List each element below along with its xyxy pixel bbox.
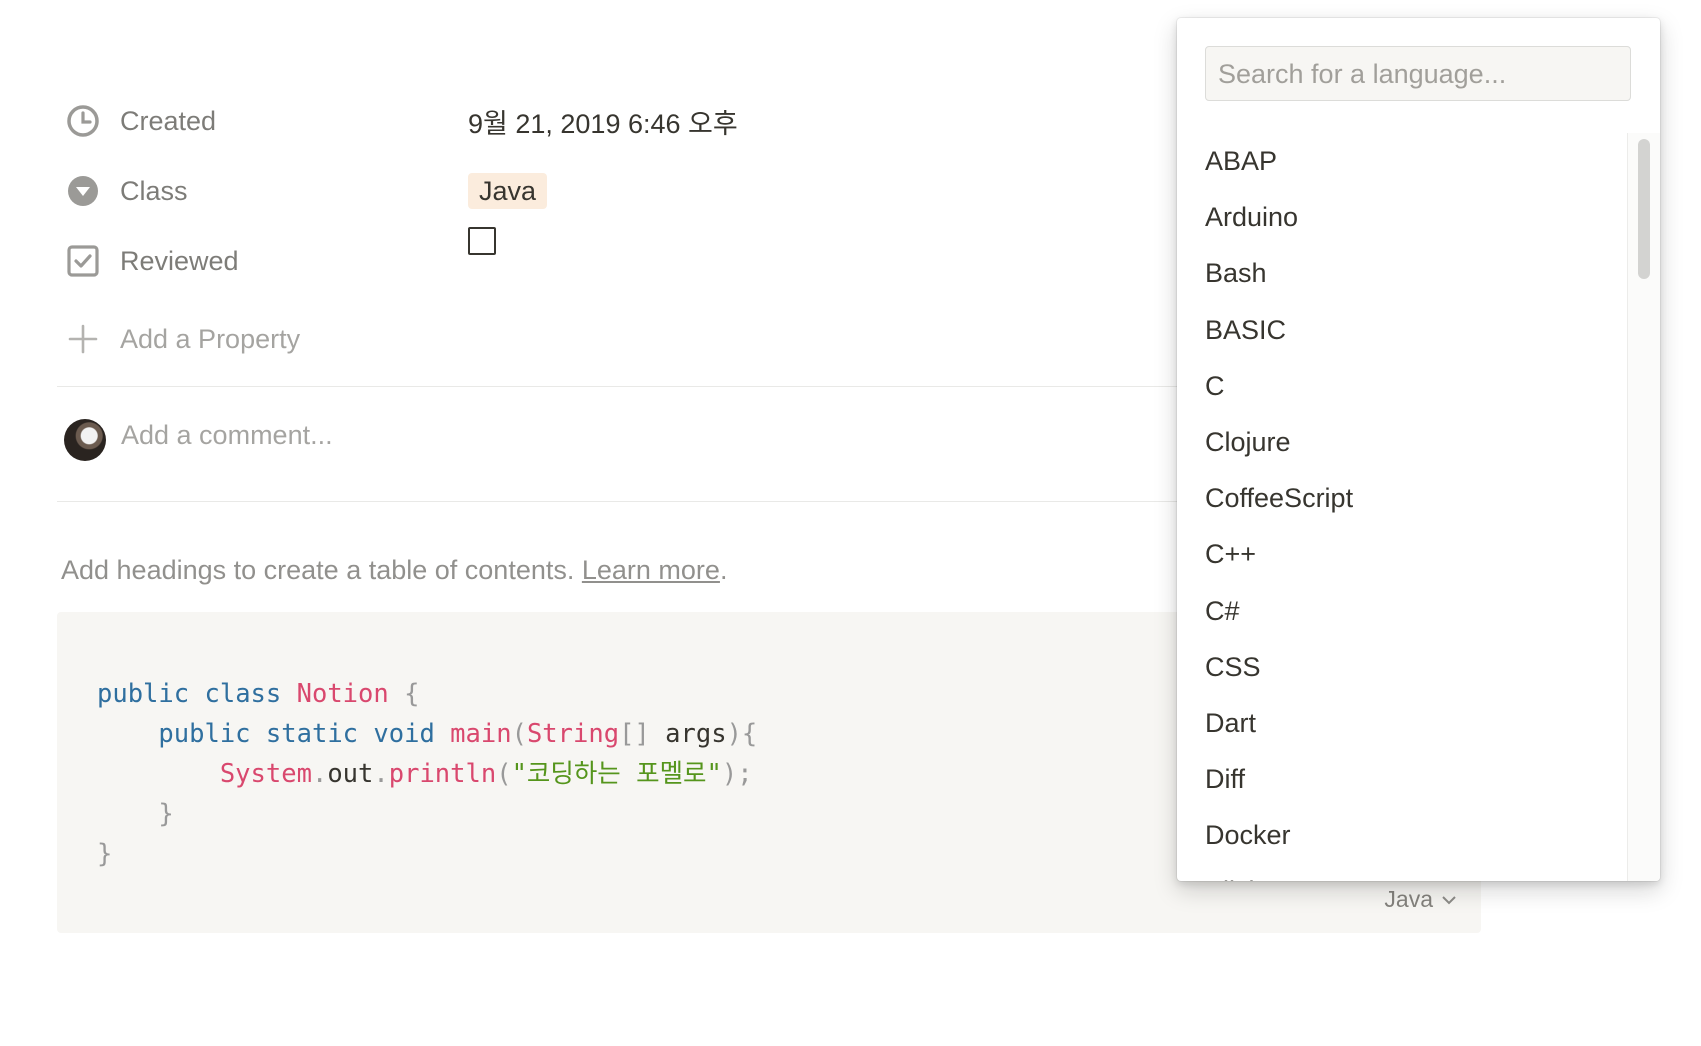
- language-option[interactable]: Elixir: [1177, 863, 1627, 881]
- chevron-down-icon: [1442, 895, 1456, 904]
- language-option[interactable]: BASIC: [1177, 302, 1627, 358]
- language-option[interactable]: C#: [1177, 583, 1627, 639]
- language-option[interactable]: Diff: [1177, 751, 1627, 807]
- property-value-created[interactable]: 9월 21, 2019 6:46 오후: [468, 102, 738, 141]
- language-option[interactable]: CSS: [1177, 639, 1627, 695]
- code-token: {: [404, 679, 420, 709]
- code-token: public: [97, 679, 190, 709]
- code-token: (: [496, 759, 512, 789]
- toc-hint: Add headings to create a table of conten…: [61, 555, 727, 586]
- language-list: ABAP Arduino Bash BASIC C Clojure CoffeeScript…: [1177, 133, 1627, 881]
- code-token: args: [649, 719, 727, 749]
- code-token: }: [97, 839, 113, 869]
- code-token: println: [388, 759, 497, 789]
- code-token: ): [726, 719, 742, 749]
- class-tag[interactable]: Java: [468, 173, 548, 209]
- language-search-input[interactable]: [1216, 47, 1620, 101]
- code-token: {: [741, 719, 758, 749]
- property-row-created: Created 9월 21, 2019 6:46 오후: [66, 101, 738, 141]
- language-option[interactable]: Bash: [1177, 245, 1627, 301]
- code-language-label: Java: [1384, 886, 1433, 912]
- add-property-label: Add a Property: [120, 323, 301, 354]
- property-row-reviewed: Reviewed: [66, 227, 496, 281]
- code-token: );: [721, 759, 753, 789]
- language-search[interactable]: [1205, 46, 1631, 101]
- comment-input[interactable]: Add a comment...: [121, 420, 333, 451]
- code-line[interactable]: public static void main(String[] args){: [97, 714, 757, 754]
- code-token: (: [511, 719, 527, 749]
- property-value-reviewed[interactable]: [468, 227, 496, 255]
- language-option[interactable]: C: [1177, 358, 1627, 414]
- plus-icon: [66, 322, 100, 356]
- code-token: }: [158, 799, 174, 829]
- language-dropdown: ABAPArduinoBashBASICCClojureCoffeeScript…: [1177, 18, 1660, 881]
- toc-hint-text: Add headings to create a table of conten…: [61, 555, 582, 585]
- code-line[interactable]: public class Notion {: [97, 674, 757, 714]
- language-option[interactable]: Clojure: [1177, 414, 1627, 470]
- code-token: String: [526, 719, 620, 749]
- code-token: class: [204, 679, 282, 709]
- code-token: public: [158, 719, 251, 749]
- property-label-created[interactable]: Created: [120, 106, 216, 137]
- code-token: .: [373, 759, 389, 789]
- code-token: Notion: [296, 679, 389, 709]
- code-line[interactable]: }: [97, 834, 757, 874]
- property-label-class[interactable]: Class: [120, 176, 188, 207]
- code-language-selector[interactable]: Java: [1384, 886, 1457, 913]
- property-label-reviewed[interactable]: Reviewed: [120, 246, 239, 277]
- code-content[interactable]: public class Notion { public static void…: [97, 674, 757, 874]
- code-token: out: [327, 759, 374, 789]
- code-token: "코딩하는 포멜로": [511, 759, 722, 789]
- scrollbar-thumb[interactable]: [1638, 139, 1650, 279]
- code-token: void: [373, 719, 435, 749]
- language-option[interactable]: Arduino: [1177, 189, 1627, 245]
- toc-hint-end: .: [719, 555, 728, 585]
- reviewed-checkbox[interactable]: [468, 227, 496, 255]
- divider: [57, 386, 1177, 387]
- code-token: static: [265, 719, 359, 749]
- clock-icon: [66, 104, 100, 138]
- code-token: []: [619, 719, 650, 749]
- code-token: main: [450, 719, 512, 749]
- property-value-class[interactable]: Java: [468, 173, 548, 209]
- language-option[interactable]: CoffeeScript: [1177, 470, 1627, 526]
- code-line[interactable]: }: [97, 794, 757, 834]
- code-token: System: [219, 759, 312, 789]
- code-line[interactable]: System.out.println("코딩하는 포멜로");: [97, 754, 757, 794]
- property-row-class: Class Java: [66, 171, 548, 211]
- select-icon: [66, 174, 100, 208]
- divider: [57, 501, 1177, 502]
- language-option[interactable]: ABAP: [1177, 133, 1627, 189]
- add-property-button[interactable]: Add a Property: [66, 319, 300, 359]
- language-option[interactable]: Dart: [1177, 695, 1627, 751]
- code-token: .: [311, 759, 328, 789]
- avatar: [64, 419, 106, 461]
- learn-more-link[interactable]: Learn more: [582, 555, 720, 585]
- checkbox-icon: [66, 244, 100, 278]
- language-option[interactable]: C++: [1177, 526, 1627, 582]
- language-option[interactable]: Docker: [1177, 807, 1627, 863]
